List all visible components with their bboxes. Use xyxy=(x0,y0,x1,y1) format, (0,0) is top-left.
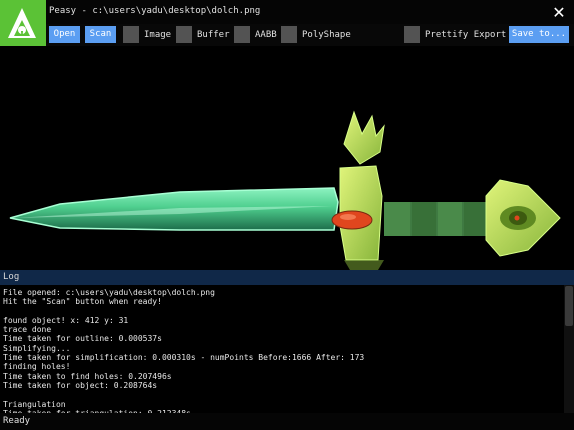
log-line: Time taken for simplification: 0.000310s… xyxy=(3,353,365,363)
window-title: Peasy - c:\users\yadu\desktop\dolch.png xyxy=(49,6,261,16)
log-panel-header: Log xyxy=(0,270,574,285)
toolbar: Open Scan Image Buffer AABB PolyShape Pr… xyxy=(46,24,574,46)
polyshape-checkbox[interactable] xyxy=(281,26,297,43)
save-to-button[interactable]: Save to... xyxy=(509,26,569,43)
scan-button[interactable]: Scan xyxy=(85,26,116,43)
prettify-export-checkbox[interactable] xyxy=(404,26,420,43)
buffer-checkbox-label: Buffer xyxy=(197,30,230,40)
log-line: trace done xyxy=(3,325,52,335)
log-line: Time taken to find holes: 0.207496s xyxy=(3,371,172,381)
log-line: Time taken for outline: 0.000537s xyxy=(3,334,162,344)
log-title: Log xyxy=(3,272,20,282)
log-line: Time taken for object: 0.208764s xyxy=(3,380,158,390)
peasy-logo-icon xyxy=(0,0,46,46)
image-checkbox-label: Image xyxy=(144,30,172,40)
image-checkbox[interactable] xyxy=(123,26,139,43)
log-line: Hit the "Scan" button when ready! xyxy=(3,297,162,307)
close-button[interactable]: ✕ xyxy=(549,3,569,23)
title-bar: Peasy - c:\users\yadu\desktop\dolch.png … xyxy=(0,0,574,24)
dagger-image xyxy=(9,110,561,270)
log-scrollbar-thumb[interactable] xyxy=(565,286,573,326)
log-panel[interactable]: File opened: c:\users\yadu\desktop\dolch… xyxy=(0,285,574,413)
buffer-checkbox[interactable] xyxy=(176,26,192,43)
image-canvas[interactable] xyxy=(0,46,574,270)
status-bar: Ready xyxy=(0,413,574,430)
aabb-checkbox-label: AABB xyxy=(255,30,277,40)
log-lines: File opened: c:\users\yadu\desktop\dolch… xyxy=(3,288,364,413)
aabb-checkbox[interactable] xyxy=(234,26,250,43)
polyshape-checkbox-label: PolyShape xyxy=(302,30,351,40)
open-button[interactable]: Open xyxy=(49,26,80,43)
status-text: Ready xyxy=(3,416,31,426)
log-line: File opened: c:\users\yadu\desktop\dolch… xyxy=(3,288,215,297)
prettify-export-label: Prettify Export xyxy=(425,30,507,40)
log-line: found object! x: 412 y: 31 xyxy=(3,315,129,325)
log-line: Simplifying... xyxy=(3,343,71,353)
log-line: Triangulation xyxy=(3,399,66,409)
log-line: finding holes! xyxy=(3,362,71,372)
